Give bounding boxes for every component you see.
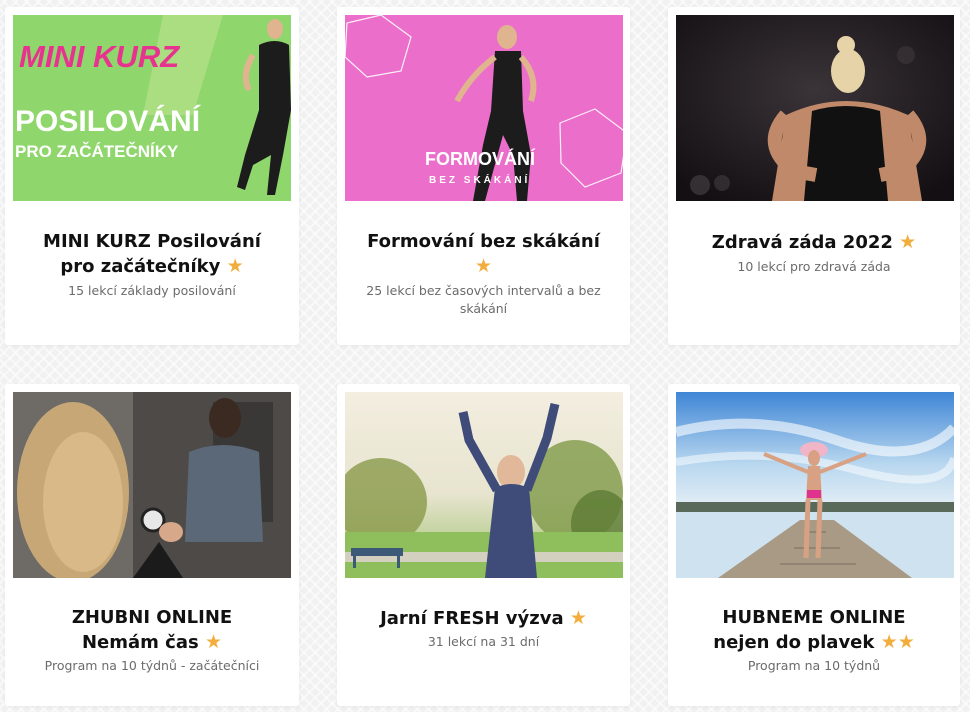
card-title-line1: MINI KURZ Posilování	[43, 231, 261, 252]
course-card-mini-kurz[interactable]: MINI KURZ POSILOVÁNÍ PRO ZAČÁTEČNÍKY MIN…	[5, 7, 299, 345]
card-title[interactable]: ZHUBNI ONLINE Nemám čas ★	[13, 606, 291, 655]
card-title[interactable]: Zdravá záda 2022 ★	[676, 230, 952, 255]
star-icon: ★	[897, 631, 915, 653]
star-icon: ★	[474, 255, 493, 277]
thumbnail-image	[345, 392, 623, 578]
card-subtitle: 10 lekcí pro zdravá záda	[737, 259, 891, 274]
course-thumbnail[interactable]	[345, 392, 623, 578]
star-icon: ★	[880, 631, 898, 653]
course-thumbnail[interactable]	[13, 392, 291, 578]
card-title[interactable]: HUBNEME ONLINE nejen do plavek ★★	[676, 606, 952, 655]
thumb-text-3: PRO ZAČÁTEČNÍKY	[15, 142, 179, 161]
star-icon: ★	[204, 631, 223, 653]
card-title-line2: pro začátečníky	[60, 256, 221, 277]
thumb-text-1: FORMOVÁNÍ	[425, 148, 536, 169]
thumb-text-1: MINI KURZ	[19, 39, 180, 74]
card-subtitle: 25 lekcí bez časových intervalů a bez sk…	[366, 283, 601, 316]
card-subtitle: 31 lekcí na 31 dní	[427, 634, 540, 649]
card-title-line1: HUBNEME ONLINE	[722, 607, 906, 628]
course-card-hubneme-online[interactable]: HUBNEME ONLINE nejen do plavek ★★ Progra…	[668, 384, 960, 706]
course-thumbnail[interactable]	[676, 15, 954, 201]
thumbnail-image: FORMOVÁNÍ BEZ SKÁKÁNÍ	[345, 15, 623, 201]
card-subtitle: 15 lekcí základy posilování	[68, 283, 236, 298]
card-title[interactable]: Jarní FRESH výzva ★	[345, 606, 622, 631]
card-title[interactable]: Formování bez skákání ★	[345, 230, 622, 279]
course-card-zhubni-online[interactable]: ZHUBNI ONLINE Nemám čas ★ Program na 10 …	[5, 384, 299, 706]
card-title-line2: Nemám čas	[81, 632, 199, 653]
card-subtitle: Program na 10 týdnů - začátečníci	[44, 658, 260, 673]
card-title-line1: Formování bez skákání	[367, 231, 600, 252]
thumbnail-image	[13, 392, 291, 578]
course-card-formovani[interactable]: FORMOVÁNÍ BEZ SKÁKÁNÍ Formování bez skák…	[337, 7, 630, 345]
thumbnail-image	[676, 392, 954, 578]
course-card-jarni-fresh[interactable]: Jarní FRESH výzva ★ 31 lekcí na 31 dní	[337, 384, 630, 706]
thumb-text-2: BEZ SKÁKÁNÍ	[429, 173, 530, 186]
star-icon: ★	[899, 231, 917, 253]
star-icon: ★	[569, 607, 587, 629]
course-thumbnail[interactable]	[676, 392, 954, 578]
course-thumbnail[interactable]: FORMOVÁNÍ BEZ SKÁKÁNÍ	[345, 15, 623, 201]
thumb-text-2: POSILOVÁNÍ	[15, 104, 201, 138]
course-thumbnail[interactable]: MINI KURZ POSILOVÁNÍ PRO ZAČÁTEČNÍKY	[13, 15, 291, 201]
star-icon: ★	[226, 255, 244, 277]
card-subtitle: Program na 10 týdnů	[747, 658, 881, 673]
course-card-zdrava-zada[interactable]: Zdravá záda 2022 ★ 10 lekcí pro zdravá z…	[668, 7, 960, 345]
card-title-line1: Zdravá záda 2022	[711, 232, 893, 253]
thumbnail-image: MINI KURZ POSILOVÁNÍ PRO ZAČÁTEČNÍKY	[13, 15, 291, 201]
thumbnail-image	[676, 15, 954, 201]
card-title-line2: nejen do plavek	[713, 632, 875, 653]
card-title-line1: ZHUBNI ONLINE	[71, 607, 233, 628]
card-title-line1: Jarní FRESH výzva	[380, 608, 564, 629]
card-title[interactable]: MINI KURZ Posilování pro začátečníky ★	[13, 230, 291, 279]
